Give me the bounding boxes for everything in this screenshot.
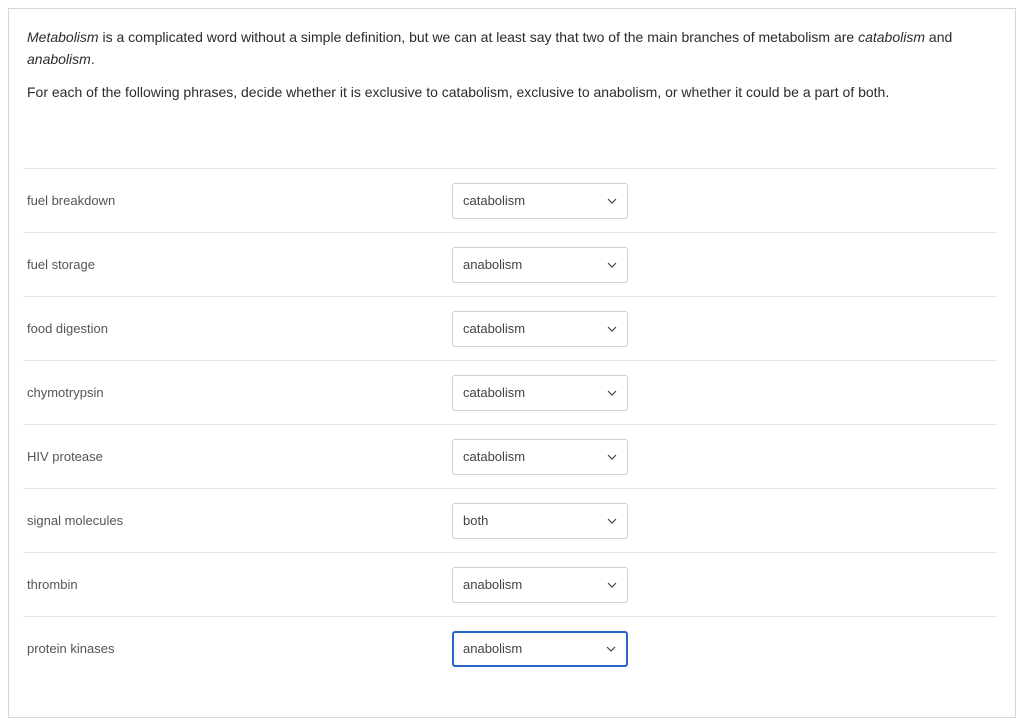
table-row: signal molecules both [23, 488, 997, 552]
table-row: fuel storage anabolism [23, 232, 997, 296]
question-container: Metabolism is a complicated word without… [8, 8, 1016, 718]
chevron-down-icon [607, 326, 617, 332]
answer-select[interactable]: anabolism [452, 631, 628, 667]
chevron-down-icon [607, 454, 617, 460]
table-row: chymotrypsin catabolism [23, 360, 997, 424]
phrase-label: thrombin [27, 577, 452, 592]
answer-select[interactable]: anabolism [452, 247, 628, 283]
phrase-label: HIV protease [27, 449, 452, 464]
answer-select[interactable]: both [452, 503, 628, 539]
instruction-paragraph: For each of the following phrases, decid… [27, 82, 997, 104]
italic-term: anabolism [27, 51, 91, 67]
phrase-label: fuel breakdown [27, 193, 452, 208]
intro-text: is a complicated word without a simple d… [99, 29, 859, 45]
answer-select-value: anabolism [463, 577, 522, 592]
question-content: Metabolism is a complicated word without… [9, 9, 1015, 700]
phrase-label: food digestion [27, 321, 452, 336]
answer-control: anabolism [452, 567, 628, 603]
phrase-label: chymotrypsin [27, 385, 452, 400]
intro-paragraph: Metabolism is a complicated word without… [27, 27, 997, 70]
answer-control: catabolism [452, 439, 628, 475]
answer-select[interactable]: catabolism [452, 183, 628, 219]
answer-control: catabolism [452, 375, 628, 411]
table-row: protein kinases anabolism [23, 616, 997, 680]
chevron-down-icon [607, 582, 617, 588]
phrase-label: fuel storage [27, 257, 452, 272]
table-row: HIV protease catabolism [23, 424, 997, 488]
answer-select[interactable]: catabolism [452, 311, 628, 347]
answer-control: both [452, 503, 628, 539]
table-row: fuel breakdown catabolism [23, 168, 997, 232]
chevron-down-icon [607, 390, 617, 396]
answer-select-value: catabolism [463, 321, 525, 336]
chevron-down-icon [607, 198, 617, 204]
answer-select-value: both [463, 513, 488, 528]
intro-text: and [925, 29, 952, 45]
answer-select[interactable]: catabolism [452, 439, 628, 475]
table-row: food digestion catabolism [23, 296, 997, 360]
answer-select-value: anabolism [463, 641, 522, 656]
italic-term: catabolism [858, 29, 925, 45]
answer-select-value: anabolism [463, 257, 522, 272]
answer-select-value: catabolism [463, 193, 525, 208]
answer-select-value: catabolism [463, 385, 525, 400]
table-row: thrombin anabolism [23, 552, 997, 616]
chevron-down-icon [607, 518, 617, 524]
phrase-rows: fuel breakdown catabolism fuel storage anab… [23, 168, 997, 680]
answer-control: anabolism [452, 247, 628, 283]
intro-text: . [91, 51, 95, 67]
answer-select[interactable]: catabolism [452, 375, 628, 411]
chevron-down-icon [607, 262, 617, 268]
answer-select-value: catabolism [463, 449, 525, 464]
answer-select[interactable]: anabolism [452, 567, 628, 603]
answer-control: catabolism [452, 311, 628, 347]
answer-control: anabolism [452, 631, 628, 667]
italic-term: Metabolism [27, 29, 99, 45]
phrase-label: signal molecules [27, 513, 452, 528]
answer-control: catabolism [452, 183, 628, 219]
chevron-down-icon [606, 646, 616, 652]
phrase-label: protein kinases [27, 641, 452, 656]
